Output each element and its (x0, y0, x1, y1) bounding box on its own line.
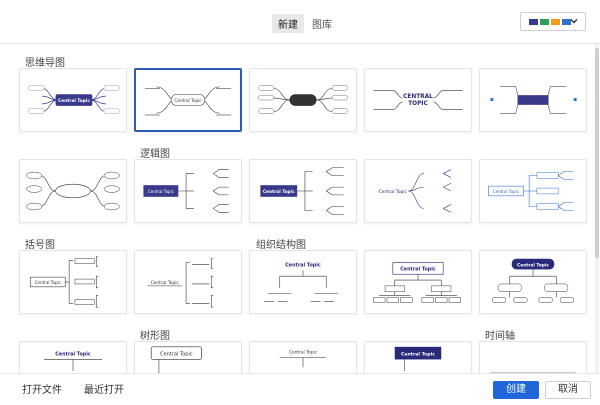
tab-new[interactable]: 新建 (272, 14, 304, 33)
mindmap-preview: CENTRAL TOPIC (373, 90, 463, 110)
template-card-bracket-2[interactable]: Central Topic (134, 250, 242, 314)
central-topic-label: Central Topic (35, 280, 61, 285)
central-topic-label: Central Topic (263, 189, 295, 195)
org-chart-preview: Central Topic (264, 263, 338, 302)
central-topic-label: Central Topic (174, 98, 202, 103)
central-topic-label: Central Topic (517, 263, 549, 269)
tab-bar: 新建 图库 (272, 14, 338, 33)
logic-preview (26, 171, 120, 211)
central-topic-label: Central Topic (289, 350, 318, 356)
timeline-preview (490, 372, 576, 373)
template-gallery: 思维导图 逻辑图 括号图 组织结构图 树形图 时间轴 Central Topic (0, 45, 600, 373)
central-topic-label: Central Topic (58, 98, 90, 104)
central-topic-label: Central Topic (285, 263, 321, 269)
template-card-timeline-1[interactable] (479, 341, 587, 373)
template-card-tree-3[interactable]: Central Topic (249, 341, 357, 373)
dialog-footer: 打开文件 最近打开 创建 取消 (0, 373, 600, 405)
template-card-mindmap-5[interactable] (479, 68, 587, 132)
open-file-button[interactable]: 打开文件 (16, 382, 68, 400)
central-topic-label: Central Topic (400, 266, 436, 272)
template-card-mindmap-1[interactable]: Central Topic (19, 68, 127, 132)
theme-swatch-green (540, 18, 549, 25)
central-topic-label: Central Topic (493, 189, 519, 194)
template-card-mindmap-2[interactable]: Central Topic (134, 68, 242, 132)
template-card-tree-1[interactable]: Central Topic (19, 341, 127, 373)
chevron-down-icon (570, 19, 578, 24)
bracket-preview: Central Topic (147, 258, 214, 308)
template-card-bracket-1[interactable]: Central Topic (19, 250, 127, 314)
template-card-org-2[interactable]: Central Topic (364, 250, 472, 314)
central-topic-label: Central Topic (379, 189, 408, 195)
template-card-org-1[interactable]: Central Topic (249, 250, 357, 314)
mindmap-preview (490, 86, 577, 114)
mindmap-preview: Central Topic (144, 86, 232, 116)
vertical-scrollbar[interactable] (595, 44, 599, 373)
central-topic-label: Central Topic (55, 352, 91, 358)
central-topic-label: Central Topic (160, 352, 193, 358)
logic-preview: Central Topic (143, 169, 229, 213)
central-topic-line1: CENTRAL (403, 94, 433, 100)
logic-preview: Central Topic (260, 167, 344, 215)
org-chart-preview: Central Topic (492, 258, 574, 303)
template-card-logic-2[interactable]: Central Topic (134, 159, 242, 223)
template-card-logic-4[interactable]: Central Topic (364, 159, 472, 223)
central-topic-label: Central Topic (148, 189, 174, 194)
create-button[interactable]: 创建 (493, 381, 539, 399)
template-card-mindmap-3[interactable] (249, 68, 357, 132)
template-card-tree-2[interactable]: Central Topic (134, 341, 242, 373)
mindmap-preview (258, 85, 348, 114)
template-card-logic-3[interactable]: Central Topic (249, 159, 357, 223)
central-topic-label: Central Topic (401, 352, 435, 358)
theme-swatch-orange (551, 18, 560, 25)
dialog-header: 新建 图库 (0, 0, 600, 44)
cancel-button[interactable]: 取消 (545, 381, 591, 399)
logic-preview: Central Topic (379, 169, 452, 213)
scrollbar-thumb[interactable] (595, 48, 599, 258)
org-chart-preview: Central Topic (373, 262, 461, 303)
tab-gallery[interactable]: 图库 (306, 14, 338, 33)
template-card-tree-4[interactable]: Central Topic (364, 341, 472, 373)
section-label-timeline: 时间轴 (485, 331, 515, 342)
tree-preview: Central Topic (279, 350, 327, 368)
theme-color-picker[interactable] (520, 12, 586, 31)
template-card-org-3[interactable]: Central Topic (479, 250, 587, 314)
logic-preview: Central Topic (488, 171, 574, 211)
template-card-logic-1[interactable] (19, 159, 127, 223)
section-label-bracket: 括号图 (25, 240, 55, 251)
tree-preview: Central Topic (43, 352, 103, 372)
theme-swatch-navy (529, 18, 538, 25)
section-label-mindmap: 思维导图 (25, 58, 65, 69)
central-topic-line2: TOPIC (408, 101, 428, 107)
recent-open-button[interactable]: 最近打开 (78, 382, 130, 400)
bracket-preview: Central Topic (30, 256, 99, 308)
tree-preview: Central Topic (150, 346, 202, 373)
section-label-logic: 逻辑图 (140, 149, 170, 160)
section-label-org: 组织结构图 (256, 240, 306, 251)
tree-preview: Central Topic (394, 346, 442, 372)
template-card-mindmap-4[interactable]: CENTRAL TOPIC (364, 68, 472, 132)
mindmap-preview: Central Topic (28, 85, 120, 114)
template-card-logic-5[interactable]: Central Topic (479, 159, 587, 223)
central-topic-label: Central Topic (151, 280, 180, 286)
section-label-tree: 树形图 (140, 331, 170, 342)
